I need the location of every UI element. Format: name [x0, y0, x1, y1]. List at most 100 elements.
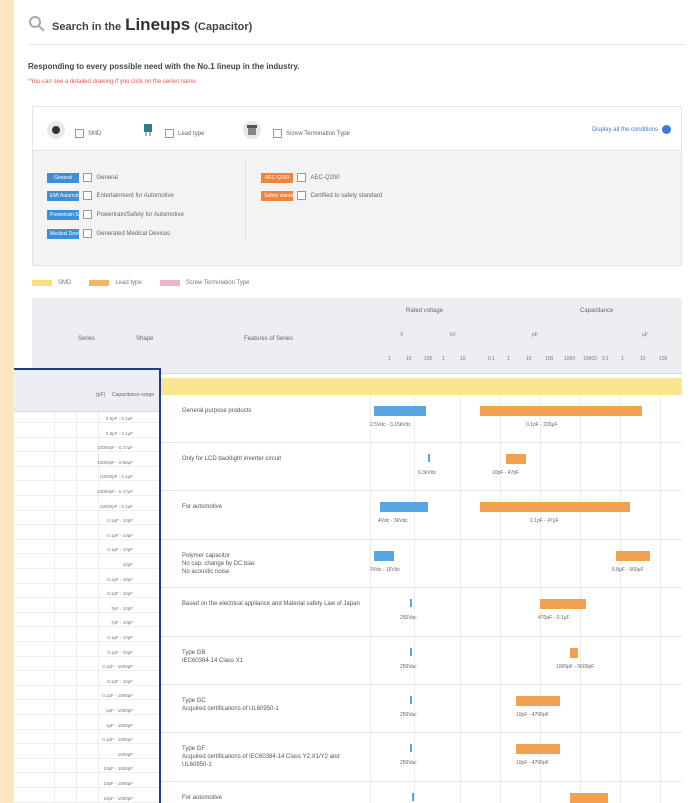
- popup-row: 0.1pF - 10pF: [14, 648, 159, 657]
- safety-chip: Safety standard: [261, 190, 299, 201]
- scale-tick: 100: [659, 356, 668, 362]
- scale-tick: 1000: [564, 356, 576, 362]
- voltage-range-label: 250Vac: [400, 615, 417, 621]
- unit-kv: kV: [450, 332, 456, 338]
- popup-row: 0.5pF - 0.1μF: [14, 429, 159, 438]
- popup-row: 10pF - 1000pF: [14, 764, 159, 774]
- popup-capacitance-value: 0.1pF - 1000pF: [102, 737, 133, 743]
- unit-uf: μF: [642, 332, 648, 338]
- popup-row: 1pF - 1000pF: [14, 706, 159, 715]
- filter-category-general[interactable]: General General: [47, 169, 118, 187]
- title-divider: [28, 44, 685, 45]
- filter-screw-termination[interactable]: Screw Termination Type: [273, 125, 350, 143]
- scale-tick: 10000: [583, 356, 597, 362]
- series-features: Type GF Acquired certifications of IEC60…: [182, 746, 340, 768]
- powertrain-checkbox[interactable]: [83, 210, 93, 220]
- scale-tick: 0.1: [488, 356, 495, 362]
- voltage-range-label: 2.5Vdc - 3.15kVdc: [370, 422, 411, 428]
- popup-row: 1000pF: [14, 750, 159, 759]
- popup-col-unit: (pF): [96, 392, 106, 398]
- col-rated-voltage: Rated voltage: [406, 308, 444, 314]
- scale-tick: 1: [621, 356, 624, 362]
- popup-capacitance-value: 10000pF - 0.47μF: [97, 489, 133, 494]
- filter-category-aec[interactable]: AEC-Q200 AEC-Q200: [261, 169, 339, 187]
- popup-capacitance-value: 1pF - 1000pF: [105, 708, 133, 713]
- popup-capacitance-value: 10pF - 1000pF: [103, 795, 133, 801]
- legend-lead-type: Lead type: [89, 280, 142, 286]
- voltage-range-label: 250Vac: [400, 664, 417, 670]
- display-all-conditions-link[interactable]: Display all the conditions: [592, 125, 671, 134]
- capacitance-range-label: 1000pF - 5600pF: [556, 664, 595, 670]
- voltage-tick: [410, 599, 412, 607]
- capacitance-range-label: 10pF - 47pF: [492, 470, 520, 476]
- col-shape: Shape: [136, 336, 154, 342]
- popup-row: 1pF - 1000pF: [14, 721, 159, 730]
- scale-tick: 100: [424, 356, 433, 362]
- filter-lead-type[interactable]: Lead type: [165, 125, 204, 143]
- legend: SMD Lead type Screw Termination Type: [32, 280, 268, 286]
- popup-row: 10pF: [14, 560, 159, 569]
- popup-capacitance-value: 0.1pF - 10pF: [107, 649, 133, 655]
- popup-capacitance-value: 10pF: [122, 562, 133, 567]
- col-features: Features of Series: [244, 336, 294, 342]
- popup-capacitance-value: 7pF - 10pF: [110, 605, 133, 611]
- popup-capacitance-value: 0.5pF - 0.1μF: [105, 430, 133, 436]
- scale-tick: 10: [406, 356, 412, 362]
- popup-row: 0.1pF - 10pF: [14, 575, 159, 584]
- smd-checkbox[interactable]: [75, 129, 84, 139]
- popup-capacitance-value: 1pF - 1000pF: [105, 722, 133, 728]
- capacitance-bar: [516, 744, 560, 754]
- voltage-range-label: 4Vdc - 3kVdc: [378, 518, 408, 524]
- filter-divider: [245, 159, 246, 241]
- filter-type-row: SMD Lead type Screw Termination Type Dis…: [33, 107, 681, 151]
- scale-tick: 10: [640, 356, 646, 362]
- screw-termination-checkbox[interactable]: [273, 129, 282, 139]
- popup-capacitance-value: 0.1pF - 10pF: [107, 532, 133, 538]
- capacitance-scale: 0.1 1 10 100 1000 10000 0.1 1 10 100: [488, 356, 678, 364]
- scale-tick: 100: [545, 356, 554, 362]
- series-features: Only for LCD backlight inverter circuit: [182, 456, 282, 462]
- table-header: Series Shape Features of Series Rated vo…: [32, 298, 682, 374]
- popup-capacitance-value: 10000pF - 0.1μF: [99, 503, 133, 509]
- popup-capacitance-value: 10pF - 1000pF: [103, 766, 133, 772]
- filter-category-powertrain[interactable]: Powertrain Safety Powertrain/Safety for …: [47, 206, 184, 224]
- capacitance-bar: [480, 502, 630, 512]
- capacitance-bar: [516, 696, 560, 706]
- general-checkbox[interactable]: [83, 173, 93, 183]
- general-chip: General: [47, 172, 79, 183]
- legend-screw-termination: Screw Termination Type: [159, 280, 250, 286]
- voltage-range-label: 250Vac: [400, 760, 417, 766]
- lead-type-checkbox[interactable]: [165, 129, 174, 139]
- popup-row: 0.1pF - 10pF: [14, 633, 159, 642]
- filter-category-medical[interactable]: Medical Device Generated Medical Devices: [47, 225, 170, 243]
- voltage-bar: [374, 551, 394, 561]
- popup-capacitance-value: 0.1pF - 1000pF: [102, 693, 133, 699]
- entertainment-checkbox[interactable]: [83, 191, 93, 201]
- filter-category-entertainment[interactable]: EMI Automotive Entertainment for Automot…: [47, 187, 174, 205]
- voltage-tick: [410, 744, 412, 752]
- capacitance-bar: [616, 551, 650, 561]
- series-features: Based on the electrical appliance and Ma…: [182, 601, 360, 607]
- popup-row: 7pF - 10pF: [14, 604, 159, 613]
- filter-category-safety[interactable]: Safety standard Certified to safety stan…: [261, 187, 382, 205]
- popup-header-title: Capacitance range: [112, 392, 154, 398]
- voltage-range-label: 2Vdc - 16Vdc: [370, 567, 401, 573]
- scale-tick: 1: [388, 356, 391, 362]
- popup-capacitance-value: 10000pF - 0.1μF: [99, 474, 133, 480]
- series-features: For automotive: [182, 504, 223, 510]
- capacitance-range-label: 10pF - 4700pF: [516, 712, 549, 718]
- filter-box: SMD Lead type Screw Termination Type Dis…: [32, 106, 682, 266]
- screw-terminal-icon: [243, 121, 261, 139]
- capacitance-bar: [570, 793, 608, 803]
- medical-checkbox[interactable]: [83, 229, 93, 239]
- expand-icon: [662, 125, 671, 134]
- filter-smd[interactable]: SMD: [75, 125, 101, 143]
- popup-row: 0.1pF - 1000pF: [14, 691, 159, 701]
- popup-row: 10000pF - 0.47μF: [14, 487, 159, 496]
- capacitance-bar: [570, 648, 578, 658]
- scale-tick: 1: [507, 356, 510, 362]
- aec-checkbox[interactable]: [297, 173, 307, 183]
- popup-capacitance-value: 0.1pF - 1000pF: [102, 664, 133, 670]
- capacitance-range-label: 6.8μF - 560μF: [612, 567, 644, 573]
- safety-checkbox[interactable]: [297, 191, 307, 201]
